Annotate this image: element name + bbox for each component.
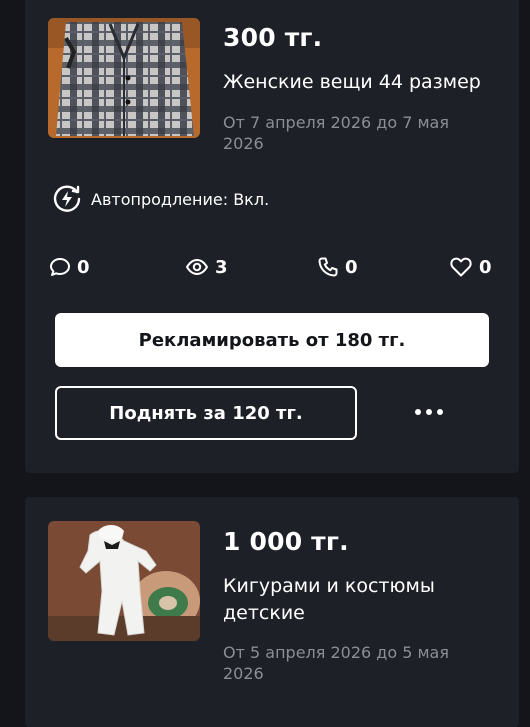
more-dots-icon (415, 409, 421, 415)
listing-price: 300 тг. (223, 23, 323, 52)
listing-dates: От 7 апреля 2026 до 7 мая 2026 (223, 113, 449, 153)
raise-button[interactable]: Поднять за 120 тг. (55, 386, 357, 440)
comment-icon (50, 258, 70, 276)
autoprolong-label: Автопродление: Вкл. (91, 189, 270, 209)
kigurumi-costume-photo (48, 521, 200, 641)
listing-card: 300 тг. Женские вещи 44 размер От 7 апре… (25, 0, 519, 473)
autoprolong-status[interactable]: Автопродление: Вкл. (51, 183, 269, 215)
more-options-button[interactable] (405, 394, 453, 430)
advertise-button[interactable]: Рекламировать от 180 тг. (55, 313, 489, 367)
calls-stat[interactable]: 0 (317, 256, 358, 278)
comments-stat[interactable]: 0 (49, 256, 90, 278)
listing-title[interactable]: Женские вещи 44 размер (223, 69, 503, 96)
views-count: 3 (215, 256, 228, 278)
listing-photo[interactable] (48, 18, 200, 138)
favorites-count: 0 (479, 256, 492, 278)
listing-photo[interactable] (48, 521, 200, 641)
plaid-coat-photo (48, 18, 200, 138)
phone-icon (318, 257, 338, 277)
comments-count: 0 (77, 256, 90, 278)
listing-card: 1 000 тг. Кигурами и костюмы детские От … (25, 497, 519, 727)
heart-icon (450, 257, 472, 277)
listing-title[interactable]: Кигурами и костюмы детские (223, 573, 503, 627)
eye-icon (186, 259, 208, 275)
calls-count: 0 (345, 256, 358, 278)
listing-price: 1 000 тг. (223, 527, 349, 556)
views-stat: 3 (185, 256, 228, 278)
favorites-stat[interactable]: 0 (449, 256, 492, 278)
autoprolong-icon (53, 185, 81, 212)
listing-dates: От 5 апреля 2026 до 5 мая 2026 (223, 643, 449, 683)
